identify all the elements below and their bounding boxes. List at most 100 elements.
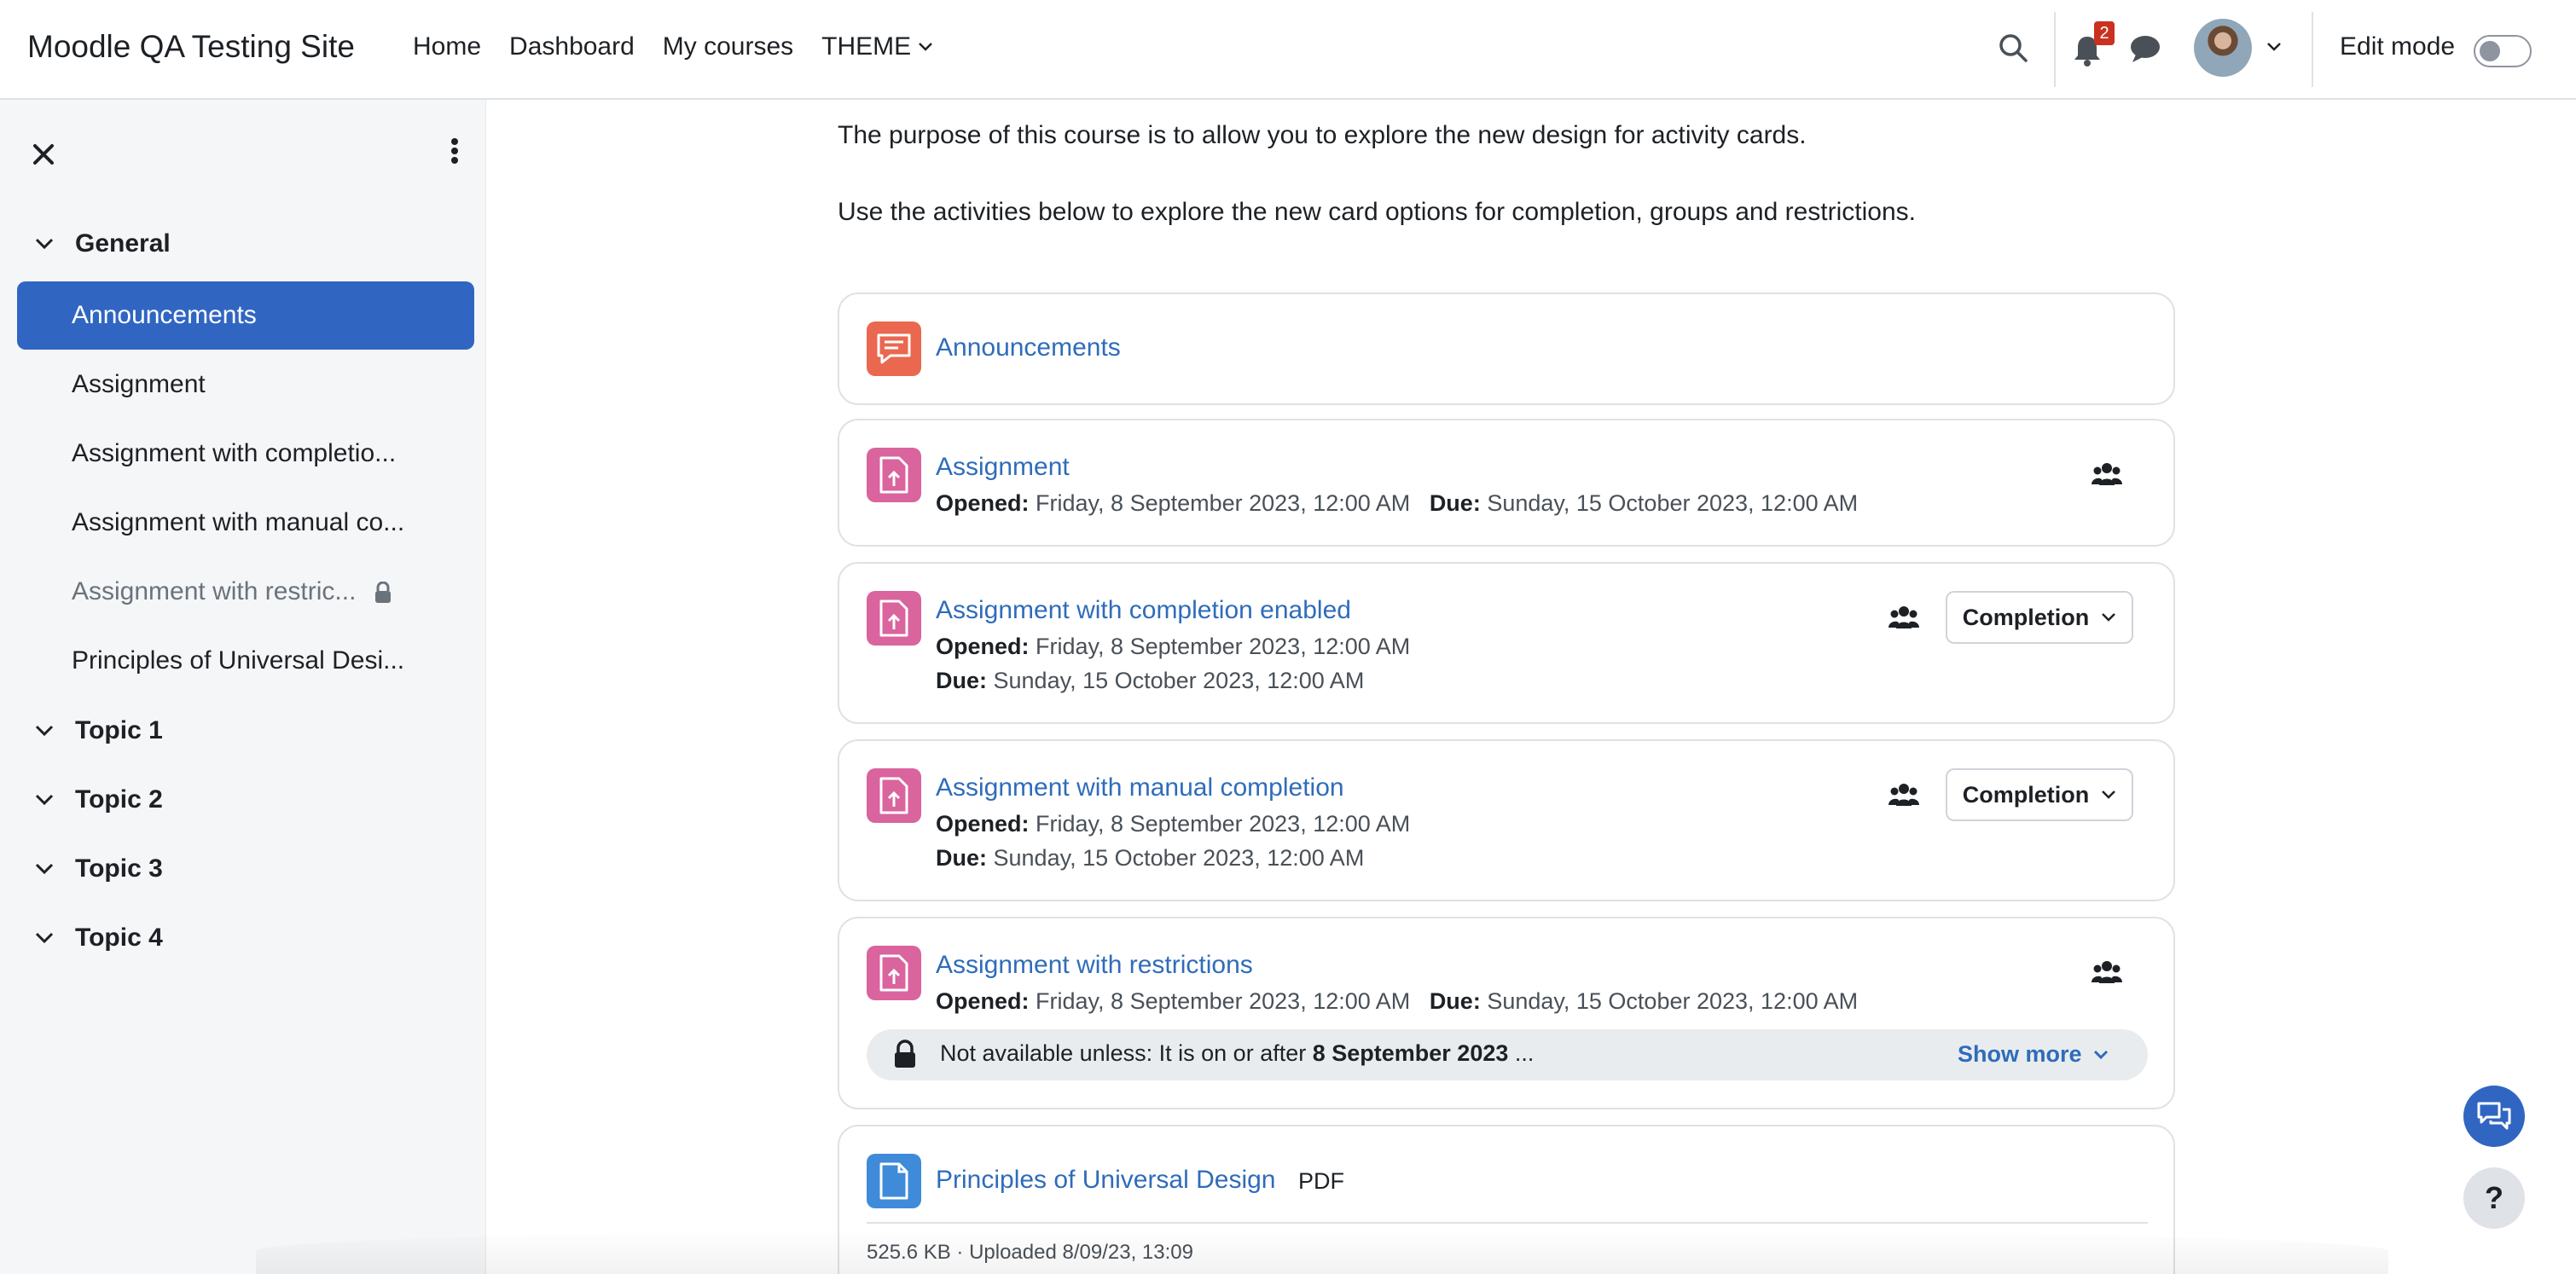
- chat-fab-button[interactable]: [2463, 1086, 2525, 1147]
- restriction-banner: Not available unless: It is on or after …: [867, 1029, 2148, 1080]
- messages-icon[interactable]: [2129, 34, 2161, 69]
- groups-icon: [2092, 461, 2122, 491]
- section-topic-3-label: Topic 3: [75, 854, 163, 883]
- due-label: Due:: [936, 845, 987, 871]
- assignment-icon: [867, 768, 921, 823]
- completion-dropdown-button[interactable]: Completion: [1946, 768, 2133, 821]
- chevron-down-icon[interactable]: [34, 862, 55, 876]
- due-date: Sunday, 15 October 2023, 12:00 AM: [993, 845, 1365, 871]
- due-label: Due:: [936, 668, 987, 693]
- nav-dashboard[interactable]: Dashboard: [509, 32, 635, 61]
- restriction-text: Not available unless: It is on or after …: [940, 1040, 1534, 1067]
- show-more-label: Show more: [1958, 1041, 2082, 1067]
- edit-mode-toggle[interactable]: [2474, 35, 2532, 67]
- more-options-icon[interactable]: [450, 137, 459, 169]
- activity-link-assignment[interactable]: Assignment: [936, 453, 1070, 482]
- navbar-divider: [2312, 12, 2313, 87]
- activity-card-assignment-completion: Assignment with completion enabled Opene…: [838, 562, 2175, 724]
- activity-card-principles: Principles of Universal Design PDF 525.6…: [838, 1125, 2175, 1274]
- opened-label: Opened:: [936, 634, 1030, 659]
- assignment-icon: [867, 448, 921, 502]
- activity-opened: Opened: Friday, 8 September 2023, 12:00 …: [936, 634, 1410, 660]
- due-label: Due:: [1429, 490, 1481, 516]
- lock-icon: [892, 1039, 918, 1074]
- section-topic-4[interactable]: Topic 4: [34, 924, 163, 953]
- card-divider: [867, 1222, 2148, 1224]
- chevron-down-icon[interactable]: [34, 724, 55, 738]
- sidebar-item-label: Assignment with restric...: [72, 577, 357, 605]
- activity-due: Due: Sunday, 15 October 2023, 12:00 AM: [936, 668, 1364, 694]
- opened-date: Friday, 8 September 2023, 12:00 AM: [1036, 634, 1411, 659]
- course-summary-line-1: The purpose of this course is to allow y…: [838, 121, 1807, 149]
- top-navbar: Moodle QA Testing Site Home Dashboard My…: [0, 0, 2576, 100]
- help-fab-button[interactable]: ?: [2463, 1167, 2525, 1229]
- nav-theme-dropdown[interactable]: THEME: [821, 32, 933, 61]
- user-menu-chevron-down-icon[interactable]: [2266, 41, 2283, 57]
- chevron-down-icon: [2093, 1050, 2108, 1059]
- activity-dates: Opened: Friday, 8 September 2023, 12:00 …: [936, 490, 1858, 517]
- section-topic-1[interactable]: Topic 1: [34, 716, 163, 745]
- activity-link-assignment-completion[interactable]: Assignment with completion enabled: [936, 596, 1351, 625]
- activity-link-announcements[interactable]: Announcements: [936, 333, 1121, 362]
- chevron-down-icon[interactable]: [34, 237, 55, 251]
- opened-label: Opened:: [936, 490, 1030, 516]
- opened-date: Friday, 8 September 2023, 12:00 AM: [1036, 988, 1411, 1014]
- file-meta: 525.6 KB · Uploaded 8/09/23, 13:09: [867, 1241, 1193, 1264]
- sidebar-item-announcements[interactable]: Announcements: [17, 281, 474, 350]
- section-topic-3[interactable]: Topic 3: [34, 854, 163, 883]
- groups-icon: [1888, 782, 1919, 812]
- sidebar-item-assignment-restrictions[interactable]: Assignment with restric...: [17, 558, 474, 626]
- completion-label: Completion: [1962, 604, 2090, 630]
- chevron-down-icon: [2102, 790, 2116, 799]
- sidebar-item-principles[interactable]: Principles of Universal Desi...: [17, 627, 474, 695]
- file-icon: [867, 1154, 921, 1208]
- completion-dropdown-button[interactable]: Completion: [1946, 591, 2133, 644]
- opened-date: Friday, 8 September 2023, 12:00 AM: [1036, 490, 1411, 516]
- navbar-divider: [2054, 12, 2056, 87]
- activity-link-principles[interactable]: Principles of Universal Design: [936, 1166, 1276, 1195]
- section-topic-2-label: Topic 2: [75, 785, 163, 814]
- site-name[interactable]: Moodle QA Testing Site: [27, 29, 355, 65]
- sidebar-item-assignment[interactable]: Assignment: [17, 350, 474, 419]
- section-topic-4-label: Topic 4: [75, 924, 163, 952]
- user-avatar[interactable]: [2194, 19, 2252, 77]
- chevron-down-icon: [2102, 613, 2116, 622]
- groups-icon: [2092, 959, 2122, 989]
- nav-theme-label: THEME: [821, 32, 912, 61]
- due-label: Due:: [1429, 988, 1481, 1014]
- opened-date: Friday, 8 September 2023, 12:00 AM: [1036, 811, 1411, 837]
- course-index-drawer: General Announcements Assignment Assignm…: [0, 100, 486, 1274]
- primary-navigation: Home Dashboard My courses THEME: [413, 32, 961, 61]
- activity-card-assignment-restrictions: Assignment with restrictions Opened: Fri…: [838, 917, 2175, 1109]
- activity-link-assignment-manual[interactable]: Assignment with manual completion: [936, 773, 1344, 802]
- activity-card-assignment: Assignment Opened: Friday, 8 September 2…: [838, 419, 2175, 547]
- assignment-icon: [867, 591, 921, 646]
- file-type-tag: PDF: [1298, 1168, 1344, 1194]
- sidebar-item-assignment-manual[interactable]: Assignment with manual co...: [17, 489, 474, 557]
- section-general[interactable]: General: [34, 229, 171, 258]
- course-content: The purpose of this course is to allow y…: [487, 100, 2576, 1274]
- activity-link-assignment-restrictions[interactable]: Assignment with restrictions: [936, 951, 1253, 980]
- section-general-label: General: [75, 229, 171, 258]
- nav-home[interactable]: Home: [413, 32, 481, 61]
- chevron-down-icon: [919, 43, 933, 51]
- sidebar-item-assignment-completion[interactable]: Assignment with completio...: [17, 420, 474, 488]
- activity-dates: Opened: Friday, 8 September 2023, 12:00 …: [936, 988, 1858, 1015]
- activity-opened: Opened: Friday, 8 September 2023, 12:00 …: [936, 811, 1410, 837]
- due-date: Sunday, 15 October 2023, 12:00 AM: [993, 668, 1365, 693]
- edit-mode-label: Edit mode: [2340, 32, 2456, 61]
- close-drawer-icon[interactable]: [32, 137, 55, 174]
- section-topic-1-label: Topic 1: [75, 716, 163, 744]
- search-icon[interactable]: [1998, 32, 2028, 67]
- section-topic-2[interactable]: Topic 2: [34, 785, 163, 814]
- chevron-down-icon[interactable]: [34, 793, 55, 807]
- opened-label: Opened:: [936, 811, 1030, 837]
- restriction-date: 8 September 2023: [1312, 1040, 1509, 1066]
- chevron-down-icon[interactable]: [34, 931, 55, 945]
- lock-icon: [374, 582, 391, 604]
- show-more-link[interactable]: Show more: [1958, 1041, 2109, 1068]
- due-date: Sunday, 15 October 2023, 12:00 AM: [1487, 988, 1859, 1014]
- completion-label: Completion: [1962, 781, 2090, 808]
- due-date: Sunday, 15 October 2023, 12:00 AM: [1487, 490, 1859, 516]
- nav-my-courses[interactable]: My courses: [663, 32, 793, 61]
